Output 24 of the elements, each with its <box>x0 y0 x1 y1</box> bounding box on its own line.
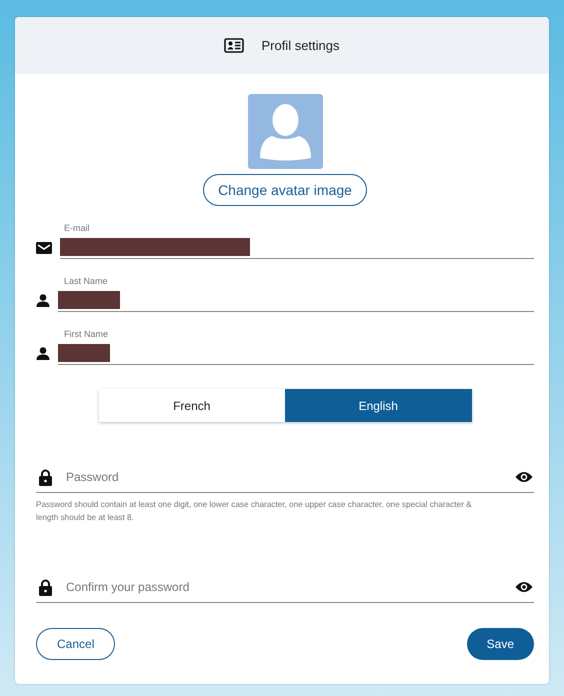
id-card-icon <box>224 38 244 53</box>
field-label: Last Name <box>64 276 108 286</box>
input-field[interactable] <box>58 289 534 312</box>
field-label: E-mail <box>64 223 90 233</box>
cancel-button[interactable]: Cancel <box>36 628 116 660</box>
lock-icon <box>39 578 52 596</box>
lock-icon <box>39 468 52 486</box>
input-field[interactable] <box>60 236 534 259</box>
eye-icon[interactable] <box>515 581 533 594</box>
password-field[interactable]: Password <box>64 469 503 485</box>
person-icon <box>36 347 50 360</box>
header-title: Profil settings <box>261 38 340 53</box>
language-tab[interactable]: French <box>98 389 285 422</box>
input-field[interactable] <box>58 342 534 365</box>
password-field[interactable]: Confirm your password <box>64 579 503 596</box>
eye-icon[interactable] <box>515 471 533 483</box>
save-button[interactable]: Save <box>466 628 534 660</box>
avatar-icon <box>248 94 322 169</box>
change-avatar-button[interactable]: Change avatar image <box>203 174 367 206</box>
field-label: First Name <box>64 329 108 339</box>
language-tab[interactable]: English <box>285 389 472 422</box>
mail-icon <box>36 242 52 254</box>
password-hint: Password should contain at least one digit, one lower case character, one upper case character, one special character & length should be at least 8. <box>36 499 473 524</box>
person-icon <box>36 294 50 307</box>
